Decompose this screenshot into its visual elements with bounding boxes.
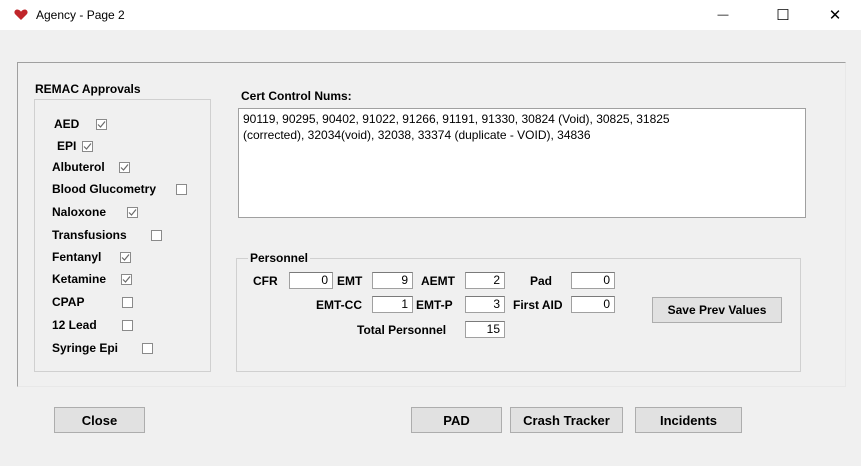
remac-checkbox[interactable] [120, 252, 131, 263]
pad-field[interactable]: 0 [571, 272, 615, 289]
aemt-label: AEMT [421, 274, 455, 288]
remac-checkbox[interactable] [122, 320, 133, 331]
emtp-label: EMT-P [416, 298, 453, 312]
remac-checkbox[interactable] [142, 343, 153, 354]
total-personnel-field[interactable]: 15 [465, 321, 505, 338]
emt-label: EMT [337, 274, 363, 288]
remac-checkbox[interactable] [176, 184, 187, 195]
window-title: Agency - Page 2 [36, 8, 125, 22]
remac-label: Blood Glucometry [52, 182, 157, 196]
firstaid-field[interactable]: 0 [571, 296, 615, 313]
pad-label: Pad [530, 274, 553, 288]
pad-button[interactable]: PAD [411, 407, 502, 433]
personnel-heading: Personnel [248, 251, 311, 265]
maximize-button[interactable]: ☐ [760, 0, 806, 30]
emtcc-field[interactable]: 1 [372, 296, 413, 313]
check-icon [120, 164, 129, 171]
remac-label: AED [54, 117, 80, 131]
check-icon [122, 276, 131, 283]
remac-label: Naloxone [52, 205, 107, 219]
emtcc-label: EMT-CC [316, 298, 362, 312]
remac-label: EPI [57, 139, 77, 153]
close-button[interactable]: Close [54, 407, 145, 433]
title-bar: Agency - Page 2 — ☐ ✕ [0, 0, 861, 30]
cert-control-textarea[interactable]: 90119, 90295, 90402, 91022, 91266, 91191… [238, 108, 806, 218]
remac-label: CPAP [52, 295, 85, 309]
emtp-field[interactable]: 3 [465, 296, 505, 313]
remac-checkbox[interactable] [96, 119, 107, 130]
check-icon [83, 143, 92, 150]
incidents-button[interactable]: Incidents [635, 407, 742, 433]
remac-label: Fentanyl [52, 250, 102, 264]
minimize-icon: — [717, 9, 729, 21]
remac-label: Ketamine [52, 272, 107, 286]
crash-tracker-button[interactable]: Crash Tracker [510, 407, 623, 433]
firstaid-label: First AID [513, 298, 563, 312]
save-prev-values-button[interactable]: Save Prev Values [652, 297, 782, 323]
remac-checkbox[interactable] [121, 274, 132, 285]
heart-icon [14, 9, 28, 20]
cfr-field[interactable]: 0 [289, 272, 333, 289]
check-icon [128, 209, 137, 216]
check-icon [97, 121, 106, 128]
cfr-label: CFR [253, 274, 278, 288]
remac-label: Albuterol [52, 160, 105, 174]
minimize-button[interactable]: — [700, 0, 746, 30]
remac-label: Syringe Epi [52, 341, 119, 355]
cert-heading: Cert Control Nums: [241, 89, 352, 103]
emt-field[interactable]: 9 [372, 272, 413, 289]
total-personnel-label: Total Personnel [357, 323, 447, 337]
remac-checkbox[interactable] [127, 207, 138, 218]
remac-label: Transfusions [52, 228, 127, 242]
remac-checkbox[interactable] [82, 141, 93, 152]
remac-label: 12 Lead [52, 318, 97, 332]
remac-heading: REMAC Approvals [35, 82, 141, 96]
remac-checkbox[interactable] [151, 230, 162, 241]
close-window-button[interactable]: ✕ [812, 0, 858, 30]
aemt-field[interactable]: 2 [465, 272, 505, 289]
remac-checkbox[interactable] [119, 162, 130, 173]
remac-checkbox[interactable] [122, 297, 133, 308]
close-icon: ✕ [828, 7, 842, 24]
check-icon [121, 254, 130, 261]
maximize-icon: ☐ [776, 7, 790, 24]
